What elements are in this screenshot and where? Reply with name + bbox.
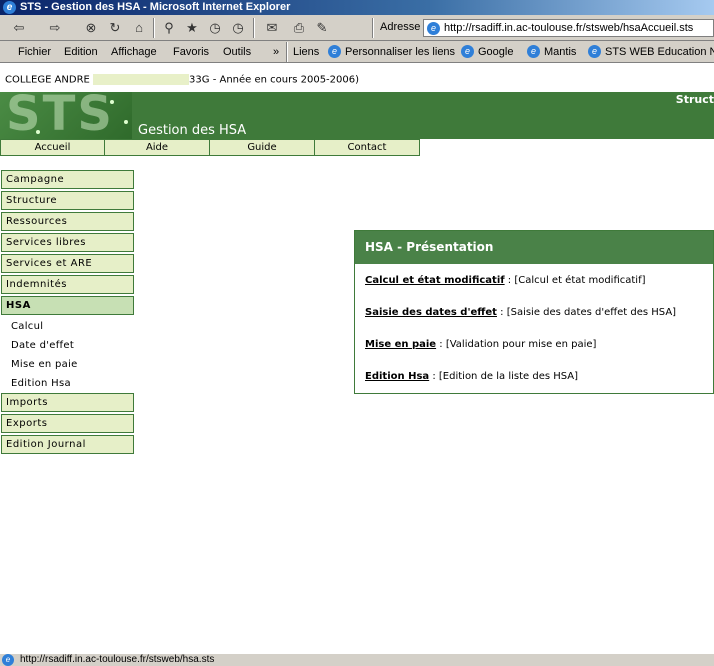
link-page-icon: e	[328, 45, 341, 58]
menu-fichier[interactable]: Fichier	[18, 44, 51, 60]
link-page-icon: e	[588, 45, 601, 58]
forward-arrow-icon[interactable]: ⇨	[44, 19, 66, 37]
ie-logo-icon: e	[3, 1, 16, 14]
side-item-campagne[interactable]: Campagne	[1, 170, 134, 189]
link-calcul-etat[interactable]: Calcul et état modificatif	[365, 275, 505, 286]
menu-favoris[interactable]: Favoris	[173, 44, 209, 60]
link-mantis[interactable]: e Mantis	[527, 44, 576, 60]
page-content: COLLEGE ANDRE 33G - Année en cours 2005-…	[0, 63, 714, 653]
logo-text: STS	[6, 92, 114, 139]
history-icon[interactable]: ◷	[229, 19, 247, 37]
top-navigation: Accueil Aide Guide Contact	[0, 139, 420, 156]
link-label: Google	[478, 46, 514, 58]
college-prefix: COLLEGE ANDRE	[5, 74, 90, 86]
mail-icon[interactable]: ✉	[260, 19, 284, 37]
link-mise-en-paie[interactable]: Mise en paie	[365, 339, 436, 350]
address-value: http://rsadiff.in.ac-toulouse.fr/stsweb/…	[444, 22, 694, 34]
link-label: Mantis	[544, 46, 577, 58]
side-item-services-libres[interactable]: Services libres	[1, 233, 134, 252]
menu-links-bar: Fichier Edition Affichage Favoris Outils…	[0, 41, 714, 63]
links-label: Liens	[293, 46, 320, 58]
header-banner: STS Gestion des HSA Struct	[0, 92, 714, 139]
logo-dot	[124, 120, 128, 124]
window-title: STS - Gestion des HSA - Microsoft Intern…	[20, 1, 291, 13]
nav-aide[interactable]: Aide	[105, 139, 210, 156]
status-page-icon: e	[2, 654, 14, 666]
nav-accueil[interactable]: Accueil	[0, 139, 105, 156]
side-subitem-mise-en-paie[interactable]: Mise en paie	[1, 355, 134, 374]
toolbar-separator	[372, 18, 374, 38]
standard-toolbar: ⇦ ⇨ ⊗ ↻ ⌂ ⚲ ★ ◷ ◷ ✉ ⎙ ✎ Adresse e http:/…	[0, 15, 714, 41]
panel-title: HSA - Présentation	[355, 231, 713, 264]
edit-icon[interactable]: ✎	[313, 19, 331, 37]
panel-row: Calcul et état modificatif : [Calcul et …	[365, 275, 646, 286]
side-item-indemnites[interactable]: Indemnités	[1, 275, 134, 294]
menu-more-chevron-icon[interactable]: »	[273, 44, 279, 60]
side-item-imports[interactable]: Imports	[1, 393, 134, 412]
row-description: : [Validation pour mise en paie]	[436, 339, 597, 350]
app-title: Gestion des HSA	[138, 123, 247, 138]
panel-row: Mise en paie : [Validation pour mise en …	[365, 339, 596, 350]
redacted-block	[93, 74, 190, 85]
logo-dot	[110, 100, 114, 104]
row-description: : [Edition de la liste des HSA]	[429, 371, 579, 382]
logo-dot	[36, 130, 40, 134]
address-input[interactable]: e http://rsadiff.in.ac-toulouse.fr/stswe…	[423, 19, 714, 37]
row-description: : [Calcul et état modificatif]	[504, 275, 646, 286]
side-item-edition-journal[interactable]: Edition Journal	[1, 435, 134, 454]
stop-icon[interactable]: ⊗	[82, 19, 100, 37]
college-suffix: 33G - Année en cours 2005-2006)	[189, 74, 360, 86]
side-subitem-date-effet[interactable]: Date d'effet	[1, 336, 134, 355]
side-item-structure[interactable]: Structure	[1, 191, 134, 210]
side-subitem-calcul[interactable]: Calcul	[1, 317, 134, 336]
row-description: : [Saisie des dates d'effet des HSA]	[496, 307, 677, 318]
link-personnaliser[interactable]: e Personnaliser les liens	[328, 44, 455, 60]
sts-logo: STS	[0, 92, 132, 139]
address-label: Adresse	[380, 21, 421, 33]
home-icon[interactable]: ⌂	[130, 19, 148, 37]
menu-edition[interactable]: Edition	[64, 44, 98, 60]
link-edition-hsa[interactable]: Edition Hsa	[365, 371, 429, 382]
nav-guide[interactable]: Guide	[210, 139, 315, 156]
side-item-hsa[interactable]: HSA	[1, 296, 134, 315]
side-menu: Campagne Structure Ressources Services l…	[1, 170, 134, 456]
toolbar-separator	[253, 18, 255, 38]
media-icon[interactable]: ◷	[206, 19, 224, 37]
side-item-services-are[interactable]: Services et ARE	[1, 254, 134, 273]
link-saisie-dates[interactable]: Saisie des dates d'effet	[365, 307, 497, 318]
status-bar: e http://rsadiff.in.ac-toulouse.fr/stswe…	[0, 653, 714, 666]
menu-outils[interactable]: Outils	[223, 44, 251, 60]
link-page-icon: e	[461, 45, 474, 58]
toolbar-separator	[153, 18, 155, 38]
status-text: http://rsadiff.in.ac-toulouse.fr/stsweb/…	[20, 654, 215, 665]
side-subitem-edition-hsa[interactable]: Edition Hsa	[1, 374, 134, 393]
side-item-ressources[interactable]: Ressources	[1, 212, 134, 231]
panel-row: Saisie des dates d'effet : [Saisie des d…	[365, 307, 676, 318]
link-page-icon: e	[527, 45, 540, 58]
favorites-icon[interactable]: ★	[183, 19, 201, 37]
page-icon: e	[427, 22, 440, 35]
menu-affichage[interactable]: Affichage	[111, 44, 157, 60]
link-label: Personnaliser les liens	[345, 46, 456, 58]
banner-right-label: Struct	[675, 93, 714, 106]
window-title-bar: e STS - Gestion des HSA - Microsoft Inte…	[0, 0, 714, 15]
link-google[interactable]: e Google	[461, 44, 513, 60]
college-info: COLLEGE ANDRE 33G - Année en cours 2005-…	[5, 74, 359, 86]
refresh-icon[interactable]: ↻	[106, 19, 124, 37]
link-sts-web[interactable]: e STS WEB Education N	[588, 44, 714, 60]
nav-contact[interactable]: Contact	[315, 139, 420, 156]
panel-row: Edition Hsa : [Edition de la liste des H…	[365, 371, 578, 382]
toolbar-separator	[286, 42, 288, 62]
print-icon[interactable]: ⎙	[290, 19, 308, 37]
search-icon[interactable]: ⚲	[160, 19, 178, 37]
link-label: STS WEB Education N	[605, 46, 714, 58]
back-arrow-icon[interactable]: ⇦	[8, 19, 30, 37]
side-item-exports[interactable]: Exports	[1, 414, 134, 433]
hsa-presentation-panel: HSA - Présentation Calcul et état modifi…	[354, 230, 714, 394]
